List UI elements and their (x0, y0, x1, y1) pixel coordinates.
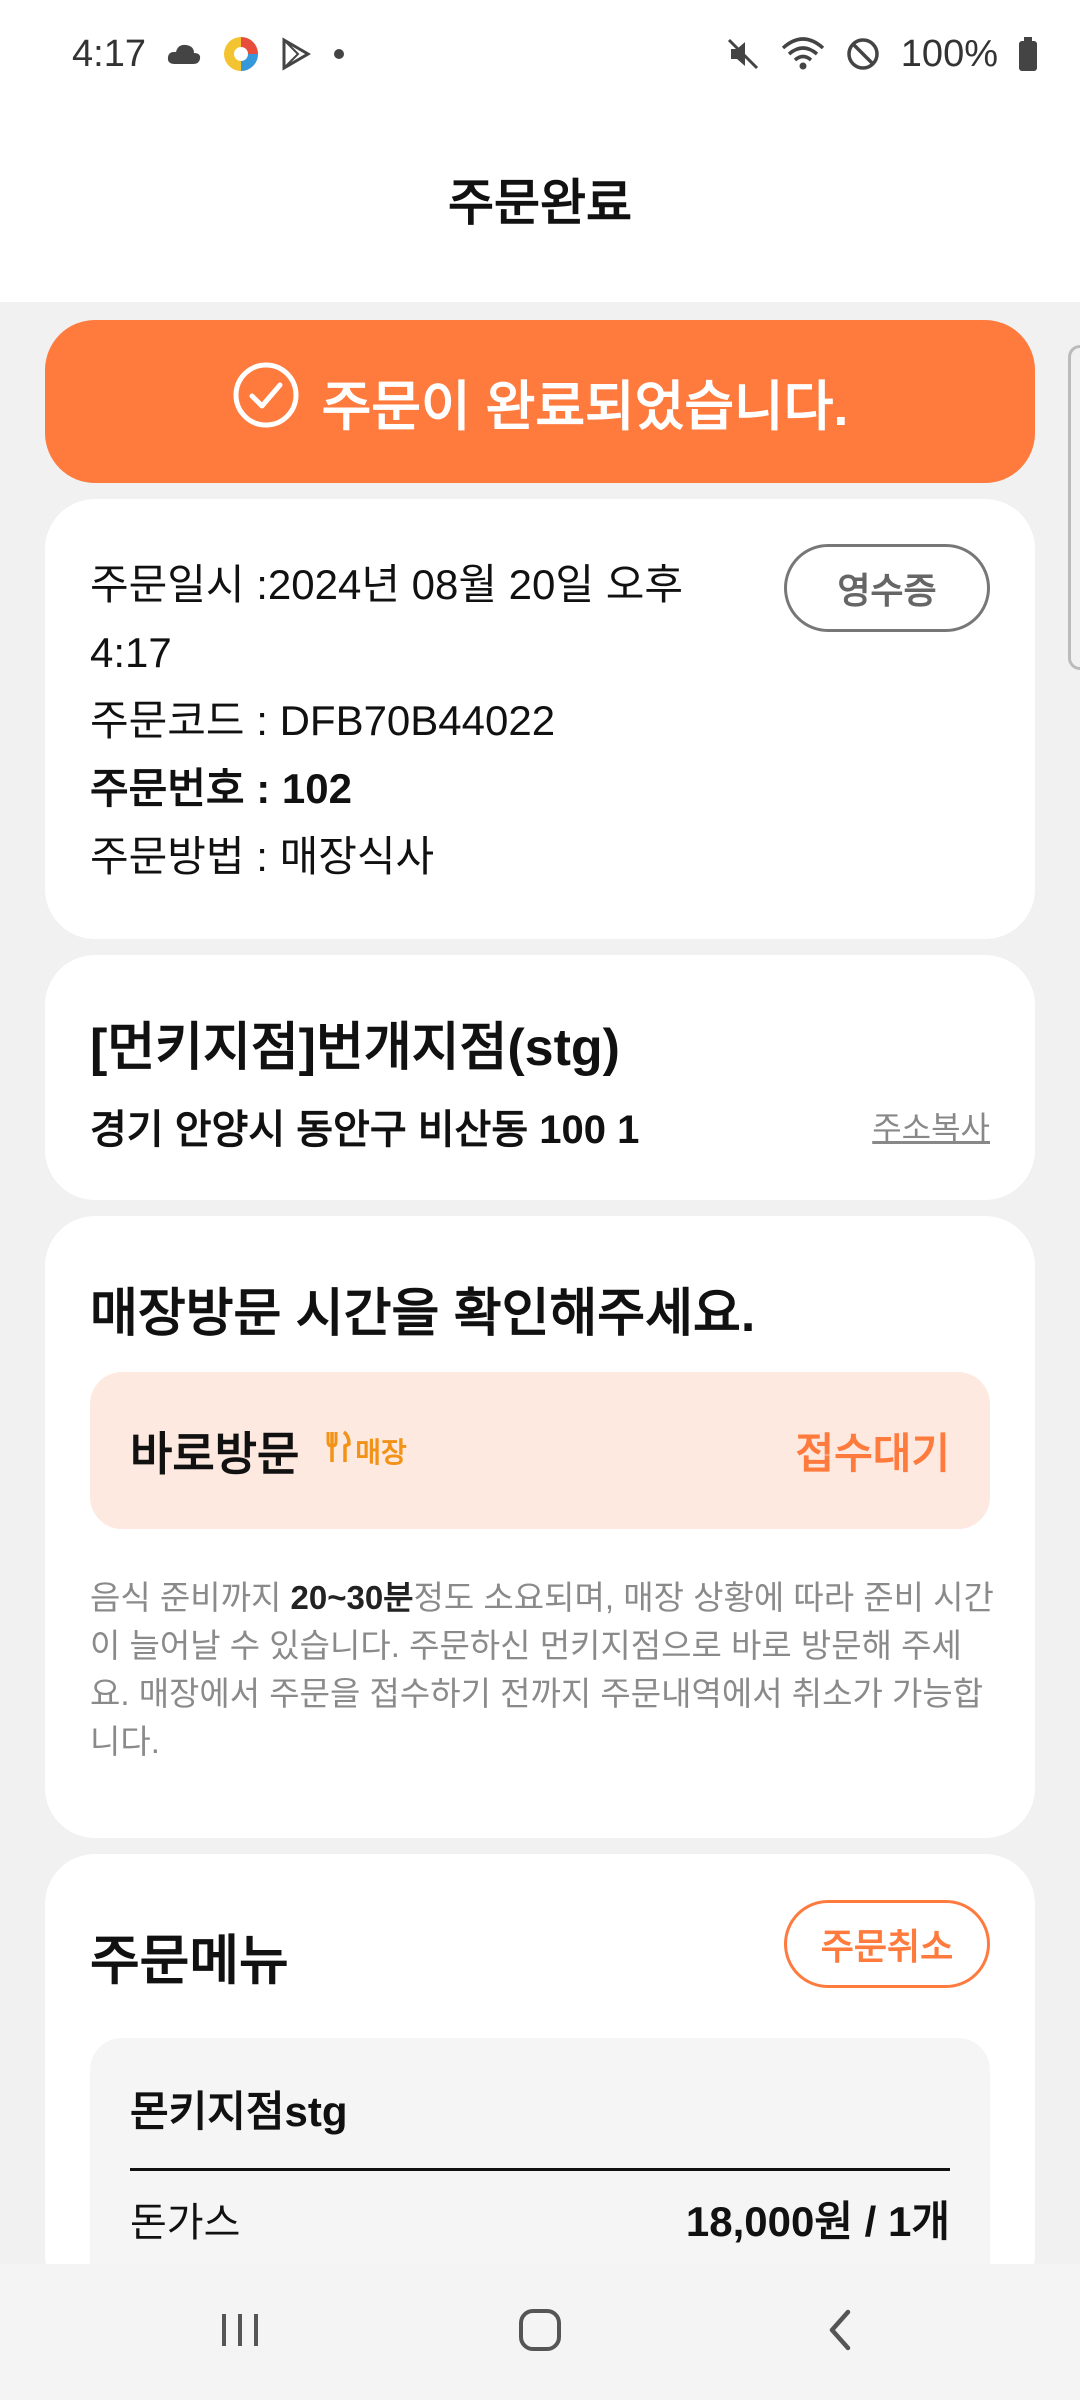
order-datetime: 주문일시 :2024년 08월 20일 오후 4:17 (90, 561, 683, 676)
mute-icon (725, 36, 761, 72)
app-color-icon (222, 35, 260, 73)
menu-box: 몬키지점stg 돈가스 18,000원 / 1개 (90, 2038, 990, 2264)
store-name: [먼키지점]번개지점(stg) (90, 1019, 620, 1077)
app-header: 주문완료 (0, 108, 1080, 302)
battery-icon (1018, 36, 1038, 72)
order-menu-card: 주문메뉴 주문취소 몬키지점stg 돈가스 18,000원 / 1개 (45, 1854, 1035, 2264)
order-code: 주문코드 : DFB70B44022 (90, 697, 556, 744)
home-icon (516, 2306, 564, 2359)
menu-divider (130, 2168, 950, 2171)
order-number: 주문번호 : 102 (90, 765, 352, 812)
play-icon (280, 37, 312, 71)
page-title: 주문완료 (448, 175, 632, 231)
back-icon (820, 2306, 860, 2359)
wifi-icon (781, 36, 825, 72)
status-left: 4:17 (72, 33, 346, 76)
home-button[interactable] (480, 2282, 600, 2382)
copy-address-link[interactable]: 주소복사 (872, 1103, 990, 1149)
scroll-indicator[interactable] (1068, 345, 1080, 670)
dine-in-tag-label: 매장 (355, 1436, 407, 1468)
status-right: 100% (725, 33, 1038, 76)
menu-store-name: 몬키지점stg (130, 2088, 348, 2135)
status-time: 4:17 (72, 32, 146, 75)
menu-title: 주문메뉴 (90, 1931, 289, 1991)
cloud-icon (166, 42, 202, 66)
dine-in-tag: 매장 (325, 1430, 407, 1471)
store-address: 경기 안양시 동안구 비산동 100 1 (90, 1108, 640, 1152)
dot-icon (332, 47, 346, 61)
visit-title: 매장방문 시간을 확인해주세요. (90, 1285, 756, 1343)
store-card: [먼키지점]번개지점(stg) 경기 안양시 동안구 비산동 100 1 주소복… (45, 955, 1035, 1200)
banner-message: 주문이 완료되었습니다. (321, 377, 849, 437)
block-icon (845, 36, 881, 72)
nav-bar (0, 2264, 1080, 2400)
back-button[interactable] (780, 2282, 900, 2382)
content-scroll[interactable]: 주문이 완료되었습니다. 주문일시 :2024년 08월 20일 오후 4:17… (0, 302, 1080, 2264)
order-complete-banner: 주문이 완료되었습니다. (45, 320, 1035, 483)
status-bar: 4:17 100% (0, 0, 1080, 108)
order-method: 주문방법 : 매장식사 (90, 833, 435, 880)
menu-item-name: 돈가스 (130, 2200, 241, 2245)
visit-status-box: 바로방문 매장 접수대기 (90, 1372, 990, 1529)
cancel-order-button[interactable]: 주문취소 (784, 1900, 990, 1988)
visit-status: 접수대기 (795, 1430, 950, 1477)
fork-knife-icon (325, 1430, 352, 1471)
check-circle-icon (232, 361, 300, 442)
order-info-text: 주문일시 :2024년 08월 20일 오후 4:17 주문코드 : DFB70… (90, 551, 730, 891)
order-info-card: 주문일시 :2024년 08월 20일 오후 4:17 주문코드 : DFB70… (45, 499, 1035, 939)
list-item: 돈가스 18,000원 / 1개 (130, 2188, 950, 2249)
battery-text: 100% (900, 32, 998, 75)
visit-card: 매장방문 시간을 확인해주세요. 바로방문 매장 접수대기 음식 준비까지 20… (45, 1216, 1035, 1838)
menu-item-price: 18,000원 / 1개 (685, 2198, 950, 2245)
recent-apps-button[interactable] (180, 2282, 300, 2382)
visit-note: 음식 준비까지 20~30분정도 소요되며, 매장 상황에 따라 준비 시간이 … (90, 1579, 994, 1760)
visit-type: 바로방문 (130, 1427, 300, 1480)
recent-apps-icon (218, 2308, 262, 2357)
receipt-button[interactable]: 영수증 (784, 544, 990, 632)
